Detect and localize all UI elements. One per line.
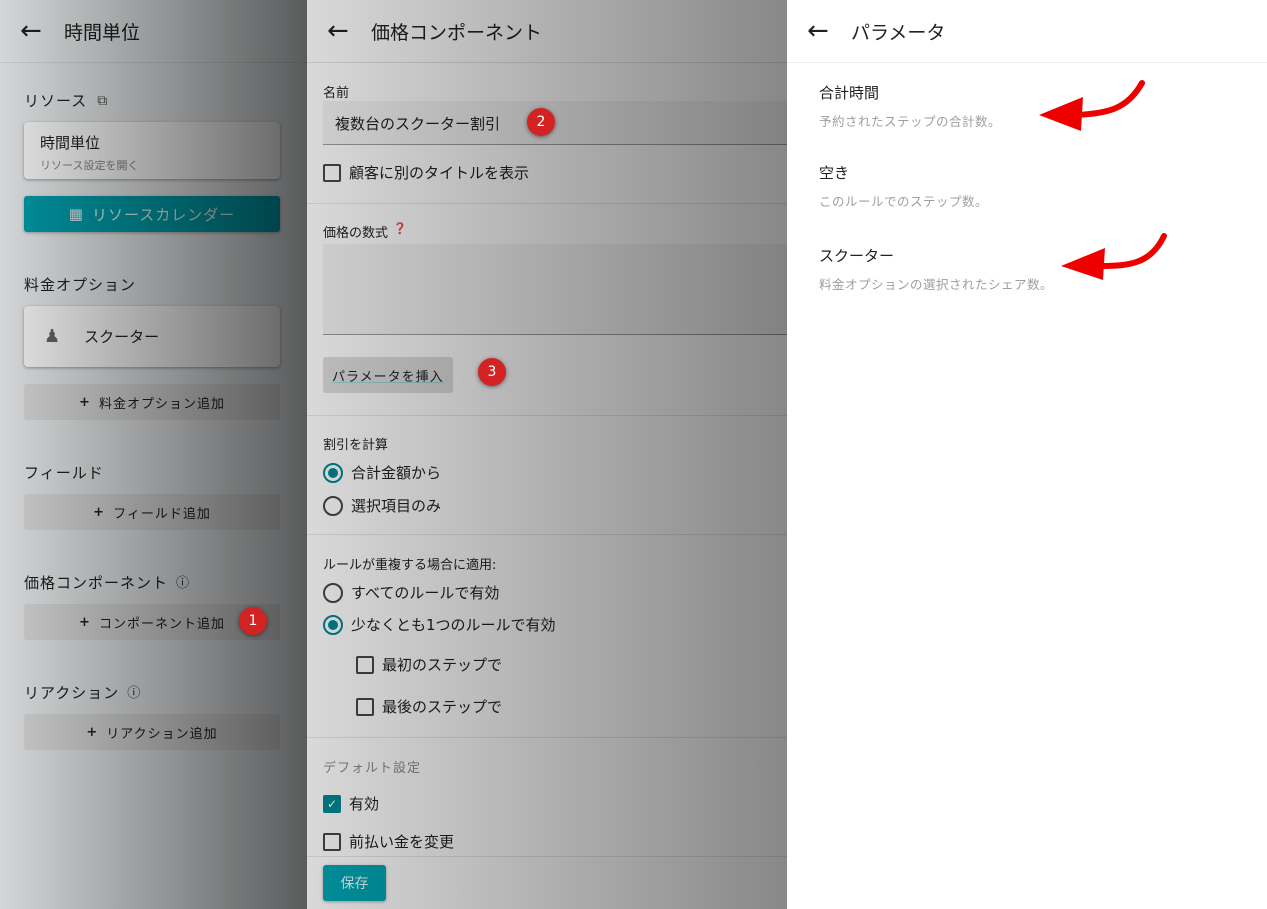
price-component-panel: ← 価格コンポーネント 名前 複数台のスクーター割引 顧客に別のタイトルを表示 価… bbox=[307, 0, 787, 909]
overlap-all-radio[interactable] bbox=[323, 582, 343, 603]
last-step-checkbox[interactable] bbox=[356, 697, 374, 716]
resource-card[interactable]: 時間単位 リソース設定を開く bbox=[24, 122, 280, 179]
add-field-button[interactable]: + フィールド追加 bbox=[24, 494, 280, 530]
person-icon: ♟ bbox=[44, 326, 61, 347]
plus-icon: + bbox=[93, 504, 106, 520]
resource-card-subtitle: リソース設定を開く bbox=[40, 159, 139, 172]
overlap-any-radio[interactable] bbox=[323, 614, 343, 635]
name-label: 名前 bbox=[323, 86, 350, 101]
formula-textarea[interactable] bbox=[323, 244, 787, 335]
components-label: 価格コンポーネント bbox=[24, 574, 169, 592]
save-button[interactable]: 保存 bbox=[323, 865, 386, 901]
grid-icon: ▦ bbox=[68, 205, 84, 223]
parameter-total-time[interactable]: 合計時間 予約されたステップの合計数。 bbox=[819, 82, 1001, 130]
step-badge-2: 2 bbox=[527, 108, 555, 136]
resource-calendar-button[interactable]: ▦ リソースカレンダー bbox=[24, 196, 280, 232]
resource-card-title: 時間単位 bbox=[40, 134, 101, 152]
insert-parameter-button[interactable]: パラメータを挿入 bbox=[323, 357, 453, 393]
annotation-arrow-icon bbox=[1061, 233, 1167, 280]
add-pricing-button[interactable]: + 料金オプション追加 bbox=[24, 384, 280, 420]
calc-label: 割引を計算 bbox=[323, 438, 389, 453]
defaults-label: デフォルト設定 bbox=[323, 761, 422, 776]
formula-label: 価格の数式 bbox=[323, 226, 389, 241]
back-arrow-icon[interactable]: ← bbox=[807, 16, 851, 46]
parameters-panel: ← パラメータ 合計時間 予約されたステップの合計数。 空き このルールでのステップ数… bbox=[787, 0, 1267, 909]
panel-title: 価格コンポーネント bbox=[371, 21, 543, 44]
plus-icon: + bbox=[79, 394, 91, 410]
annotation-arrow-icon bbox=[1039, 80, 1145, 131]
first-step-checkbox[interactable] bbox=[356, 655, 374, 674]
calc-selected-radio[interactable] bbox=[323, 495, 343, 516]
back-arrow-icon[interactable]: ← bbox=[327, 16, 371, 46]
calc-total-radio[interactable] bbox=[323, 462, 343, 483]
panel-title: パラメータ bbox=[851, 21, 946, 44]
plus-icon: + bbox=[79, 614, 91, 630]
enabled-checkbox[interactable]: ✓ bbox=[323, 794, 341, 813]
copy-icon[interactable]: ⧉ bbox=[97, 93, 108, 109]
alt-title-checkbox[interactable] bbox=[323, 163, 341, 182]
fields-label: フィールド bbox=[24, 464, 104, 482]
step-badge-1: 1 bbox=[239, 607, 267, 635]
help-icon[interactable]: ⓘ bbox=[127, 682, 141, 703]
help-icon[interactable]: ❓ bbox=[393, 222, 407, 241]
alt-title-label: 顧客に別のタイトルを表示 bbox=[349, 164, 530, 182]
pricing-label: 料金オプション bbox=[24, 276, 137, 294]
plus-icon: + bbox=[86, 724, 99, 740]
add-reaction-button[interactable]: + リアクション追加 bbox=[24, 714, 280, 750]
parameter-available[interactable]: 空き このルールでのステップ数。 bbox=[819, 162, 988, 210]
change-deposit-checkbox[interactable] bbox=[323, 832, 341, 851]
parameter-scooter[interactable]: スクーター 料金オプションの選択されたシェア数。 bbox=[819, 245, 1053, 293]
resource-panel: ← 時間単位 リソース ⧉ 時間単位 リソース設定を開く ▦ リソースカレンダー 料金… bbox=[0, 0, 307, 909]
help-icon[interactable]: ⓘ bbox=[176, 572, 190, 593]
pricing-item-scooter[interactable]: ♟ スクーター bbox=[24, 306, 280, 367]
back-arrow-icon[interactable]: ← bbox=[20, 16, 64, 46]
reactions-label: リアクション bbox=[24, 684, 120, 702]
panel-title: 時間単位 bbox=[64, 21, 141, 44]
name-input[interactable]: 複数台のスクーター割引 bbox=[323, 101, 787, 145]
step-badge-3: 3 bbox=[478, 358, 506, 386]
resource-label: リソース bbox=[24, 92, 88, 110]
overlap-label: ルールが重複する場合に適用: bbox=[323, 558, 497, 573]
